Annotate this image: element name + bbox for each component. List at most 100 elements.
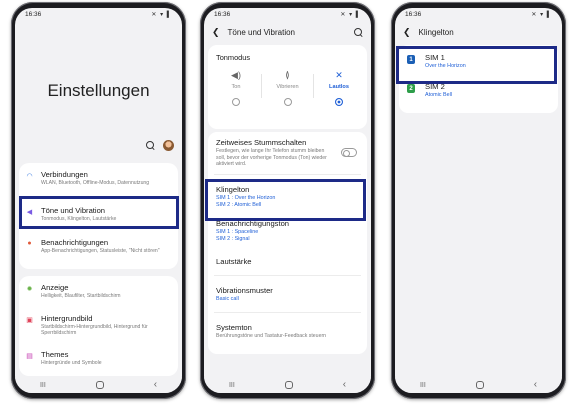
status-bar: 16:36 ✕ ▾ ▌ <box>204 8 371 21</box>
mode-sound[interactable]: ◀) Ton <box>216 70 256 106</box>
page-title: Einstellungen <box>47 81 150 100</box>
item-title: Zeitweises Stummschalten <box>216 138 307 147</box>
page-title: Klingelton <box>418 27 454 37</box>
back-button[interactable]: ‹ <box>154 380 157 390</box>
item-title: Systemton <box>216 323 252 332</box>
system-sound-item[interactable]: Systemton Berührungstöne und Tastatur-Fe… <box>208 313 367 343</box>
home-button[interactable] <box>284 381 293 389</box>
navigation-bar: III ‹ <box>204 377 371 393</box>
mute-icon: ✕ <box>335 70 343 80</box>
mode-label: Lautlos <box>329 84 349 90</box>
status-time: 16:36 <box>214 11 231 18</box>
status-time: 16:36 <box>25 11 42 18</box>
settings-item-toene[interactable]: ◀ Töne und Vibration Tonmodus, Klingelto… <box>19 199 178 233</box>
page-title: Töne und Vibration <box>227 27 296 37</box>
sim-2-item[interactable]: 2 SIM 2 Atomic Bell <box>399 78 558 108</box>
item-subtitle: Startbildschirm-Hintergrundbild, Hinterg… <box>41 324 148 337</box>
item-subtitle: WLAN, Bluetooth, Offline-Modus, Datennut… <box>41 180 150 186</box>
status-icons: ✕ ▾ ▌ <box>531 12 552 18</box>
navigation-bar: III ‹ <box>15 377 182 393</box>
screen: 16:36 ✕ ▾ ▌ Einstellungen ◠ Verbindungen… <box>15 8 182 393</box>
item-title: Themes <box>41 350 69 359</box>
settings-item-themes[interactable]: ▤ Themes Hintergründe und Symbole <box>19 346 178 372</box>
home-button[interactable] <box>475 381 484 389</box>
wifi-icon: ◠ <box>26 173 33 180</box>
volume-item[interactable]: Lautstärke <box>208 251 367 275</box>
sound-settings-card: Zeitweises Stummschalten Festlegen, wie … <box>208 132 367 354</box>
back-arrow-icon[interactable]: ❮ <box>403 27 411 38</box>
back-button[interactable]: ‹ <box>534 380 537 390</box>
temporary-mute-toggle[interactable] <box>341 148 357 157</box>
sim-1-icon: 1 <box>407 55 415 64</box>
item-title: Lautstärke <box>216 257 252 266</box>
item-title: Anzeige <box>41 283 69 292</box>
item-subtitle: Hintergründe und Symbole <box>41 360 102 366</box>
item-subtitle: Helligkeit, Blaufilter, Startbildschirm <box>41 293 121 299</box>
avatar[interactable] <box>163 140 174 151</box>
search-icon[interactable] <box>146 141 155 150</box>
ringtone-item[interactable]: Klingelton SIM 1 : Over the Horizon SIM … <box>208 175 367 215</box>
item-title: Verbindungen <box>41 170 88 179</box>
vibrate-icon: ≬ <box>285 70 290 80</box>
item-title: Benachrichtigungen <box>41 238 109 247</box>
app-bar: ❮ Klingelton <box>395 21 562 43</box>
settings-item-benachrichtigungen[interactable]: ● Benachrichtigungen App-Benachrichtigun… <box>19 233 178 267</box>
recent-apps-button[interactable]: III <box>229 382 235 389</box>
phone-sounds: 16:36 ✕ ▾ ▌ ❮ Töne und Vibration Tonmodu… <box>200 2 375 399</box>
sim-list-card: 1 SIM 1 Over the Horizon 2 SIM 2 Atomic … <box>399 45 558 113</box>
settings-item-anzeige[interactable]: ✹ Anzeige Helligkeit, Blaufilter, Startb… <box>19 276 178 310</box>
radio-sound[interactable] <box>232 98 240 106</box>
toolbar <box>146 140 174 151</box>
recent-apps-button[interactable]: III <box>40 382 46 389</box>
wallpaper-icon: ▣ <box>26 317 33 324</box>
sim-2-icon: 2 <box>407 84 415 93</box>
mode-label: Ton <box>231 84 241 90</box>
item-subtitle: App-Benachrichtigungen, Statusleiste, "N… <box>41 248 160 254</box>
status-time: 16:36 <box>405 11 422 18</box>
status-bar: 16:36 ✕ ▾ ▌ <box>15 8 182 21</box>
item-subtitle: Festlegen, wie lange Ihr Telefon stumm b… <box>216 148 327 167</box>
item-subtitle: Berührungstöne und Tastatur-Feedback ste… <box>216 333 327 339</box>
item-title: SIM 1 <box>425 53 445 62</box>
item-title: Hintergrundbild <box>41 314 93 323</box>
back-arrow-icon[interactable]: ❮ <box>212 27 220 38</box>
temporary-mute-item[interactable]: Zeitweises Stummschalten Festlegen, wie … <box>208 132 367 174</box>
item-title: Töne und Vibration <box>41 206 106 215</box>
themes-icon: ▤ <box>26 353 33 360</box>
settings-item-verbindungen[interactable]: ◠ Verbindungen WLAN, Bluetooth, Offline-… <box>19 163 178 199</box>
app-bar: ❮ Töne und Vibration <box>204 21 371 43</box>
item-title: Klingelton <box>216 185 250 194</box>
settings-item-hintergrundbild[interactable]: ▣ Hintergrundbild Startbildschirm-Hinter… <box>19 310 178 346</box>
mode-mute[interactable]: ✕ Lautlos <box>319 70 359 106</box>
recent-apps-button[interactable]: III <box>420 382 426 389</box>
item-title: Vibrationsmuster <box>216 286 273 295</box>
item-subtitle: Tonmodus, Klingelton, Lautstärke <box>41 216 117 222</box>
phone-settings: 16:36 ✕ ▾ ▌ Einstellungen ◠ Verbindungen… <box>11 2 186 399</box>
status-bar: 16:36 ✕ ▾ ▌ <box>395 8 562 21</box>
radio-mute[interactable] <box>335 98 343 106</box>
radio-vibrate[interactable] <box>283 98 292 106</box>
speaker-icon: ◀ <box>26 209 33 216</box>
phone-ringtone: 16:36 ✕ ▾ ▌ ❮ Klingelton 1 SIM 1 Over th… <box>391 2 566 399</box>
navigation-bar: III ‹ <box>395 377 562 393</box>
speaker-icon: ◀) <box>231 70 241 80</box>
sim-1-item[interactable]: 1 SIM 1 Over the Horizon <box>399 45 558 78</box>
divider <box>312 74 314 98</box>
item-value: SIM 2 : Signal <box>216 235 250 242</box>
notification-sound-item[interactable]: Benachrichtigungston SIM 1 : Spaceline S… <box>208 215 367 251</box>
screen: 16:36 ✕ ▾ ▌ ❮ Klingelton 1 SIM 1 Over th… <box>395 8 562 393</box>
back-button[interactable]: ‹ <box>343 380 346 390</box>
search-icon[interactable] <box>354 27 363 37</box>
section-title: Tonmodus <box>216 53 251 62</box>
settings-card-1: ◠ Verbindungen WLAN, Bluetooth, Offline-… <box>19 163 178 269</box>
item-title: SIM 2 <box>425 82 445 91</box>
home-button[interactable] <box>95 381 104 389</box>
vibration-pattern-item[interactable]: Vibrationsmuster Basic call <box>208 276 367 312</box>
item-title: Benachrichtigungston <box>216 219 290 228</box>
notification-icon: ● <box>27 240 32 247</box>
mode-label: Vibrieren <box>276 84 299 90</box>
item-value: Over the Horizon <box>425 63 466 69</box>
mode-vibrate[interactable]: ≬ Vibrieren <box>268 70 308 106</box>
item-value: SIM 2 : Atomic Bell <box>216 201 262 208</box>
sound-modes: ◀) Ton ≬ Vibrieren ✕ Lautlos <box>208 62 367 106</box>
